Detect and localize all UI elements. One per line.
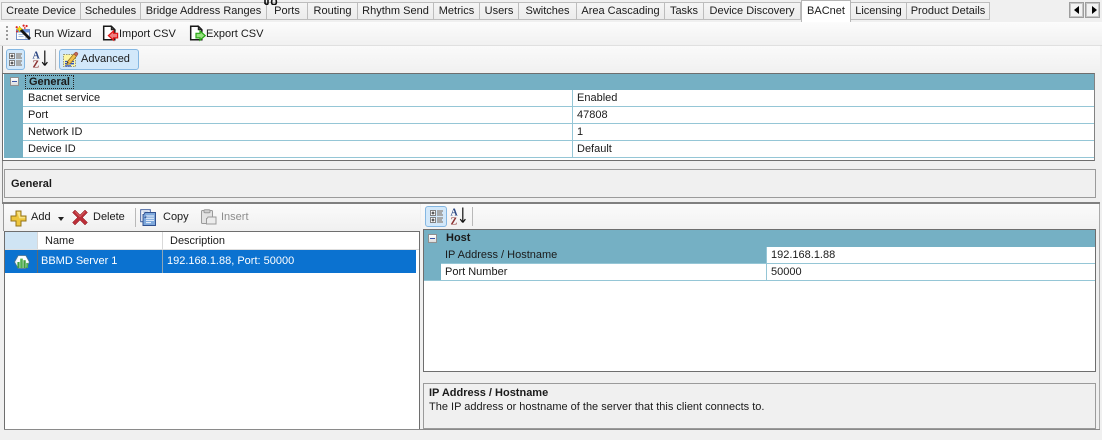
- svg-text:Z: Z: [33, 60, 40, 70]
- svg-text:Z: Z: [451, 217, 458, 227]
